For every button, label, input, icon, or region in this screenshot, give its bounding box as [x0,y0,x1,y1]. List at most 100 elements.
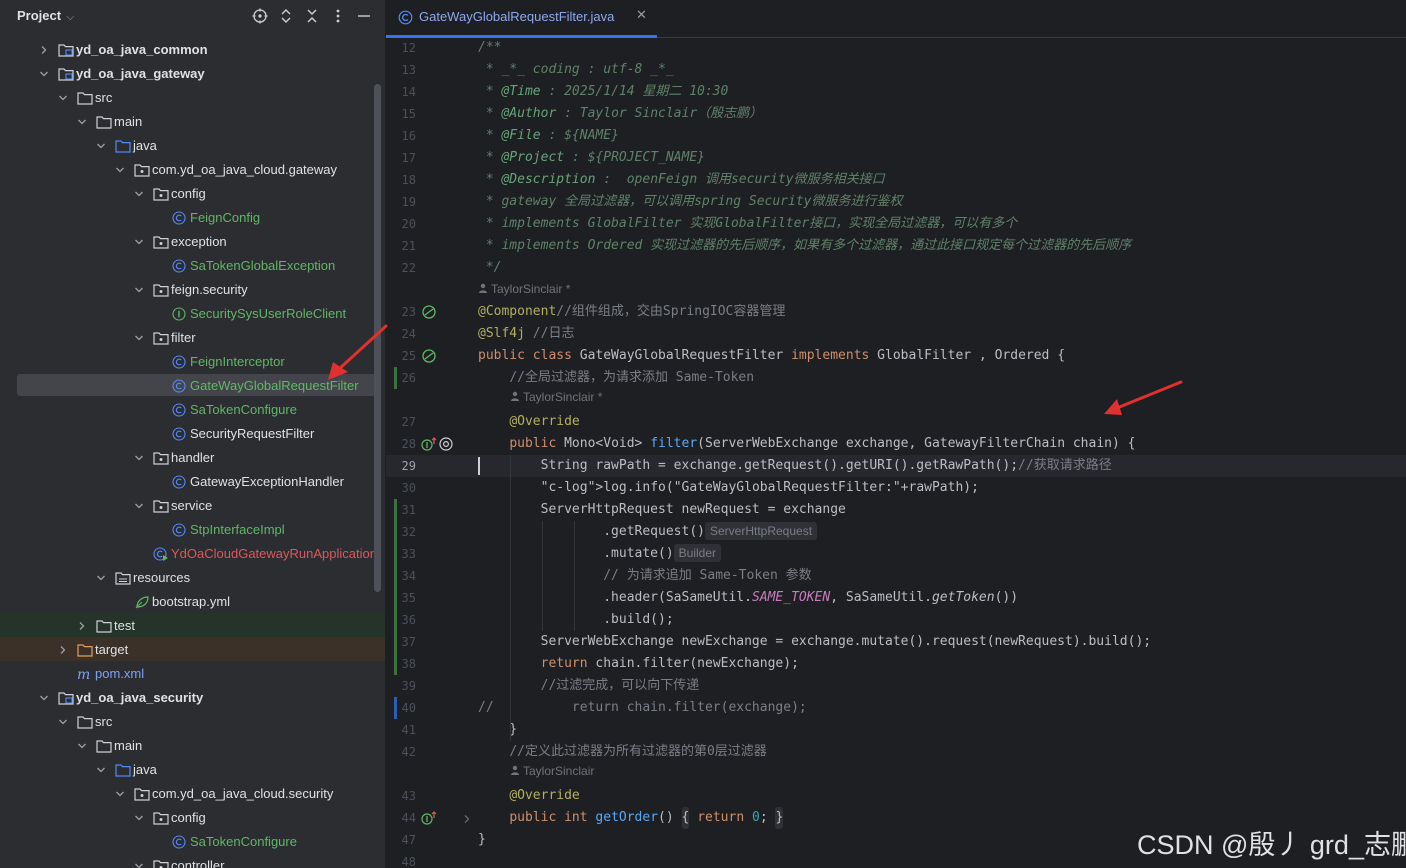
code-line-13[interactable]: * _*_ coding : utf-8 _*_ [478,59,674,81]
tree-item-filter[interactable]: filter [0,325,385,349]
tree-item-yd-oa-java-common[interactable]: yd_oa_java_common [0,37,385,61]
chevron-down-icon[interactable] [134,498,144,512]
tree-item-java[interactable]: java [0,133,385,157]
tree-item-com-yd-oa-java-cloud-gateway[interactable]: com.yd_oa_java_cloud.gateway [0,157,385,181]
tree-item-feignconfig[interactable]: FeignConfig [0,205,385,229]
tree-item-resources[interactable]: resources [0,565,385,589]
chevron-down-icon[interactable] [134,810,144,824]
chevron-right-icon[interactable] [58,642,68,656]
code-line-22[interactable]: */ [478,257,502,279]
project-view-selector[interactable]: Project ⌵ [17,8,74,24]
vcs-change-marker[interactable] [394,499,397,675]
tree-item-bootstrap-yml[interactable]: bootstrap.yml [0,589,385,613]
code-line-16[interactable]: * @File : ${NAME} [478,125,619,147]
author-inlay-hint[interactable]: TaylorSinclair * [478,282,570,296]
project-scrollbar[interactable] [374,84,381,592]
tree-item-ydoacloudgatewayrunapplication[interactable]: YdOaCloudGatewayRunApplication [0,541,385,565]
tree-item-main[interactable]: main [0,109,385,133]
tree-item-service[interactable]: service [0,493,385,517]
code-line-26[interactable]: //全局过滤器，为请求添加 Same-Token [478,367,754,389]
tree-item-feigninterceptor[interactable]: FeignInterceptor [0,349,385,373]
tree-item-satokenconfigure[interactable]: SaTokenConfigure [0,397,385,421]
code-line-42[interactable]: //定义此过滤器为所有过滤器的第0层过滤器 [478,741,766,763]
code-line-38[interactable]: return chain.filter(newExchange); [478,653,799,675]
tree-item-config[interactable]: config [0,805,385,829]
chevron-down-icon[interactable] [134,282,144,296]
tree-item-yd-oa-java-security[interactable]: yd_oa_java_security [0,685,385,709]
chevron-down-icon[interactable] [96,762,106,776]
chevron-down-icon[interactable] [134,234,144,248]
tree-item-src[interactable]: src [0,709,385,733]
tree-item-src[interactable]: src [0,85,385,109]
author-inlay-hint[interactable]: TaylorSinclair * [510,390,602,404]
code-line-39[interactable]: //过滤完成，可以向下传递 [478,675,700,697]
chevron-down-icon[interactable] [58,90,68,104]
bean-icon[interactable] [421,348,437,364]
options-button[interactable] [329,7,347,25]
hide-panel-button[interactable] [355,7,373,25]
tree-item-gatewayglobalrequestfilter[interactable]: GateWayGlobalRequestFilter [0,373,385,397]
chevron-down-icon[interactable] [77,738,87,752]
tree-item-satokenconfigure[interactable]: SaTokenConfigure [0,829,385,853]
vcs-change-marker[interactable] [394,367,397,389]
code-line-33[interactable]: .mutate() Builder [478,543,722,565]
locate-file-button[interactable] [251,7,269,25]
code-line-27[interactable]: @Override [478,411,579,433]
tree-item-test[interactable]: test [0,613,385,637]
tree-item-satokenglobalexception[interactable]: SaTokenGlobalException [0,253,385,277]
tree-item-securitysysuserroleclient[interactable]: SecuritySysUserRoleClient [0,301,385,325]
code-line-15[interactable]: * @Author : Taylor Sinclair（殷志鹏） [478,103,762,125]
expand-all-button[interactable] [277,7,295,25]
bean-icon[interactable] [421,304,437,320]
code-line-23[interactable]: @Component//组件组成，交由SpringIOC容器管理 [478,301,785,323]
tab-gateway-global-request-filter[interactable]: GateWayGlobalRequestFilter.java ✕ [386,0,657,38]
chevron-down-icon[interactable] [115,786,125,800]
code-line-40[interactable]: // return chain.filter(exchange); [478,697,807,719]
chevron-down-icon[interactable] [115,162,125,176]
code-line-24[interactable]: @Slf4j //日志 [478,323,574,345]
code-line-30[interactable]: "c-log">log.info("GateWayGlobalRequestFi… [478,477,979,499]
tree-item-yd-oa-java-gateway[interactable]: yd_oa_java_gateway [0,61,385,85]
tree-item-pom-xml[interactable]: m pom.xml [0,661,385,685]
collapse-all-button[interactable] [303,7,321,25]
code-line-47[interactable]: } [478,829,486,851]
close-tab-icon[interactable]: ✕ [636,8,647,23]
chevron-right-icon[interactable] [462,811,478,827]
code-line-29[interactable]: String rawPath = exchange.getRequest().g… [478,455,1112,477]
chevron-down-icon[interactable] [134,858,144,868]
tree-item-feign-security[interactable]: feign.security [0,277,385,301]
chevron-down-icon[interactable] [134,330,144,344]
code-line-37[interactable]: ServerWebExchange newExchange = exchange… [478,631,1151,653]
code-line-18[interactable]: * @Description : openFeign 调用security微服务… [478,169,885,191]
tree-item-stpinterfaceimpl[interactable]: StpInterfaceImpl [0,517,385,541]
code-line-43[interactable]: @Override [478,785,579,807]
chevron-down-icon[interactable] [58,714,68,728]
implements-method-icon[interactable] [421,810,437,826]
tree-item-config[interactable]: config [0,181,385,205]
tree-item-java[interactable]: java [0,757,385,781]
code-line-36[interactable]: .build(); [478,609,673,631]
code-line-14[interactable]: * @Time : 2025/1/14 星期二 10:30 [478,81,729,103]
web-endpoint-icon[interactable] [438,436,454,452]
code-line-19[interactable]: * gateway 全局过滤器，可以调用spring Security微服务进行… [478,191,903,213]
tree-item-exception[interactable]: exception [0,229,385,253]
chevron-down-icon[interactable] [96,138,106,152]
author-inlay-hint[interactable]: TaylorSinclair [510,764,594,778]
chevron-right-icon[interactable] [77,618,87,632]
chevron-down-icon[interactable] [134,450,144,464]
code-line-25[interactable]: public class GateWayGlobalRequestFilter … [478,345,1065,367]
code-line-28[interactable]: public Mono<Void> filter(ServerWebExchan… [478,433,1135,455]
code-line-44[interactable]: public int getOrder() { return 0; } [478,807,784,829]
tree-item-target[interactable]: target [0,637,385,661]
tree-item-controller[interactable]: controller [0,853,385,868]
code-line-21[interactable]: * implements Ordered 实现过滤器的先后顺序，如果有多个过滤器… [478,235,1131,257]
code-line-12[interactable]: /** [478,37,501,59]
code-line-17[interactable]: * @Project : ${PROJECT_NAME} [478,147,705,169]
code-line-34[interactable]: // 为请求追加 Same-Token 参数 [478,565,811,587]
tree-item-main[interactable]: main [0,733,385,757]
tree-item-gatewayexceptionhandler[interactable]: GatewayExceptionHandler [0,469,385,493]
chevron-down-icon[interactable] [96,570,106,584]
chevron-down-icon[interactable] [39,690,49,704]
tree-item-com-yd-oa-java-cloud-security[interactable]: com.yd_oa_java_cloud.security [0,781,385,805]
chevron-down-icon[interactable] [134,186,144,200]
